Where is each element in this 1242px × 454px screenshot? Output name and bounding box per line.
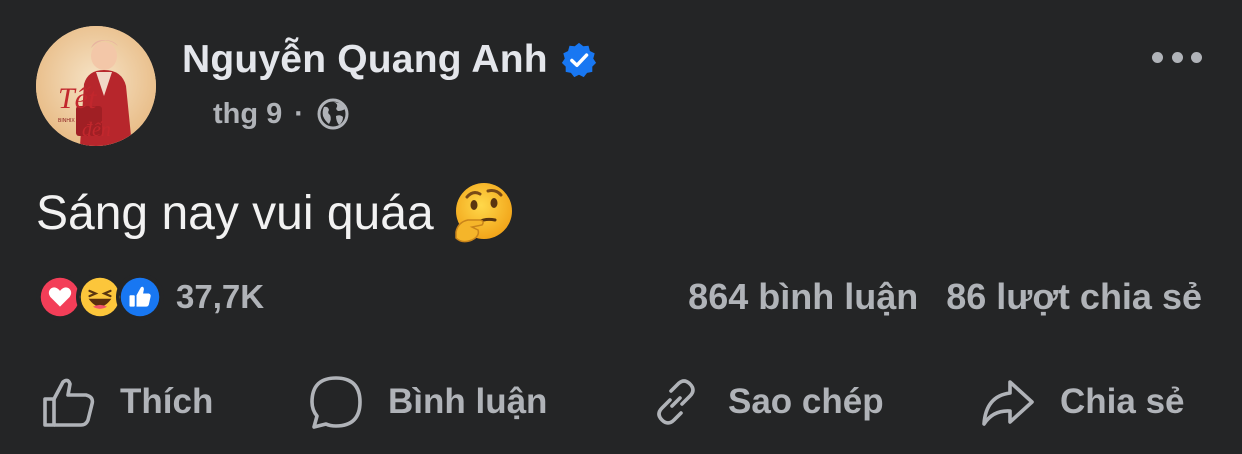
copy-label: Sao chép [728, 382, 884, 421]
like-label: Thích [120, 382, 214, 421]
svg-text:BINHIX: BINHIX [58, 118, 75, 124]
share-button[interactable]: Chia sẻ [978, 367, 1185, 437]
reaction-count: 37,7K [176, 278, 265, 315]
post-card: Tết đến BINHIX Nguyễn Quang Anh thg 9 · … [0, 0, 1242, 454]
comment-bubble-icon [310, 376, 362, 429]
share-count-link[interactable]: 86 lượt chia sẻ [946, 276, 1202, 318]
thumbs-up-icon [43, 378, 95, 427]
post-text: Sáng nay vui quáa [36, 186, 434, 240]
like-button[interactable]: Thích [38, 367, 213, 437]
globe-icon [317, 98, 349, 130]
svg-text:Tết: Tết [58, 82, 97, 115]
more-options-icon[interactable] [1152, 47, 1202, 67]
comment-label: Bình luận [388, 382, 548, 421]
comment-count-link[interactable]: 864 bình luận [688, 276, 918, 318]
dot [1171, 51, 1183, 63]
svg-text:đến: đến [82, 119, 111, 141]
action-bar: Thích Bình luận Sao chép Chia sẻ [0, 367, 1242, 437]
share-label: Chia sẻ [1060, 382, 1185, 421]
avatar-image: Tết đến BINHIX [36, 26, 156, 146]
reaction-summary[interactable]: 37,7K [36, 273, 264, 321]
meta-separator: · [294, 97, 304, 130]
copy-link-button[interactable]: Sao chép [646, 367, 884, 437]
post-date[interactable]: thg 9 [213, 98, 282, 131]
engagement-stats: 864 bình luận 86 lượt chia sẻ [688, 276, 1202, 318]
post-meta: thg 9 · [213, 97, 350, 131]
post-body: Sáng nay vui quáa [36, 180, 516, 246]
share-arrow-icon [982, 380, 1034, 426]
avatar[interactable]: Tết đến BINHIX [36, 26, 156, 146]
like-reaction-icon [116, 273, 164, 321]
dot [1152, 51, 1163, 63]
comment-button[interactable]: Bình luận [306, 367, 547, 437]
author-row: Nguyễn Quang Anh [182, 38, 598, 82]
thinking-face-icon [454, 183, 512, 243]
verified-badge-icon [561, 42, 596, 78]
link-icon [657, 379, 695, 425]
dot [1191, 51, 1202, 63]
author-name[interactable]: Nguyễn Quang Anh [182, 38, 548, 82]
